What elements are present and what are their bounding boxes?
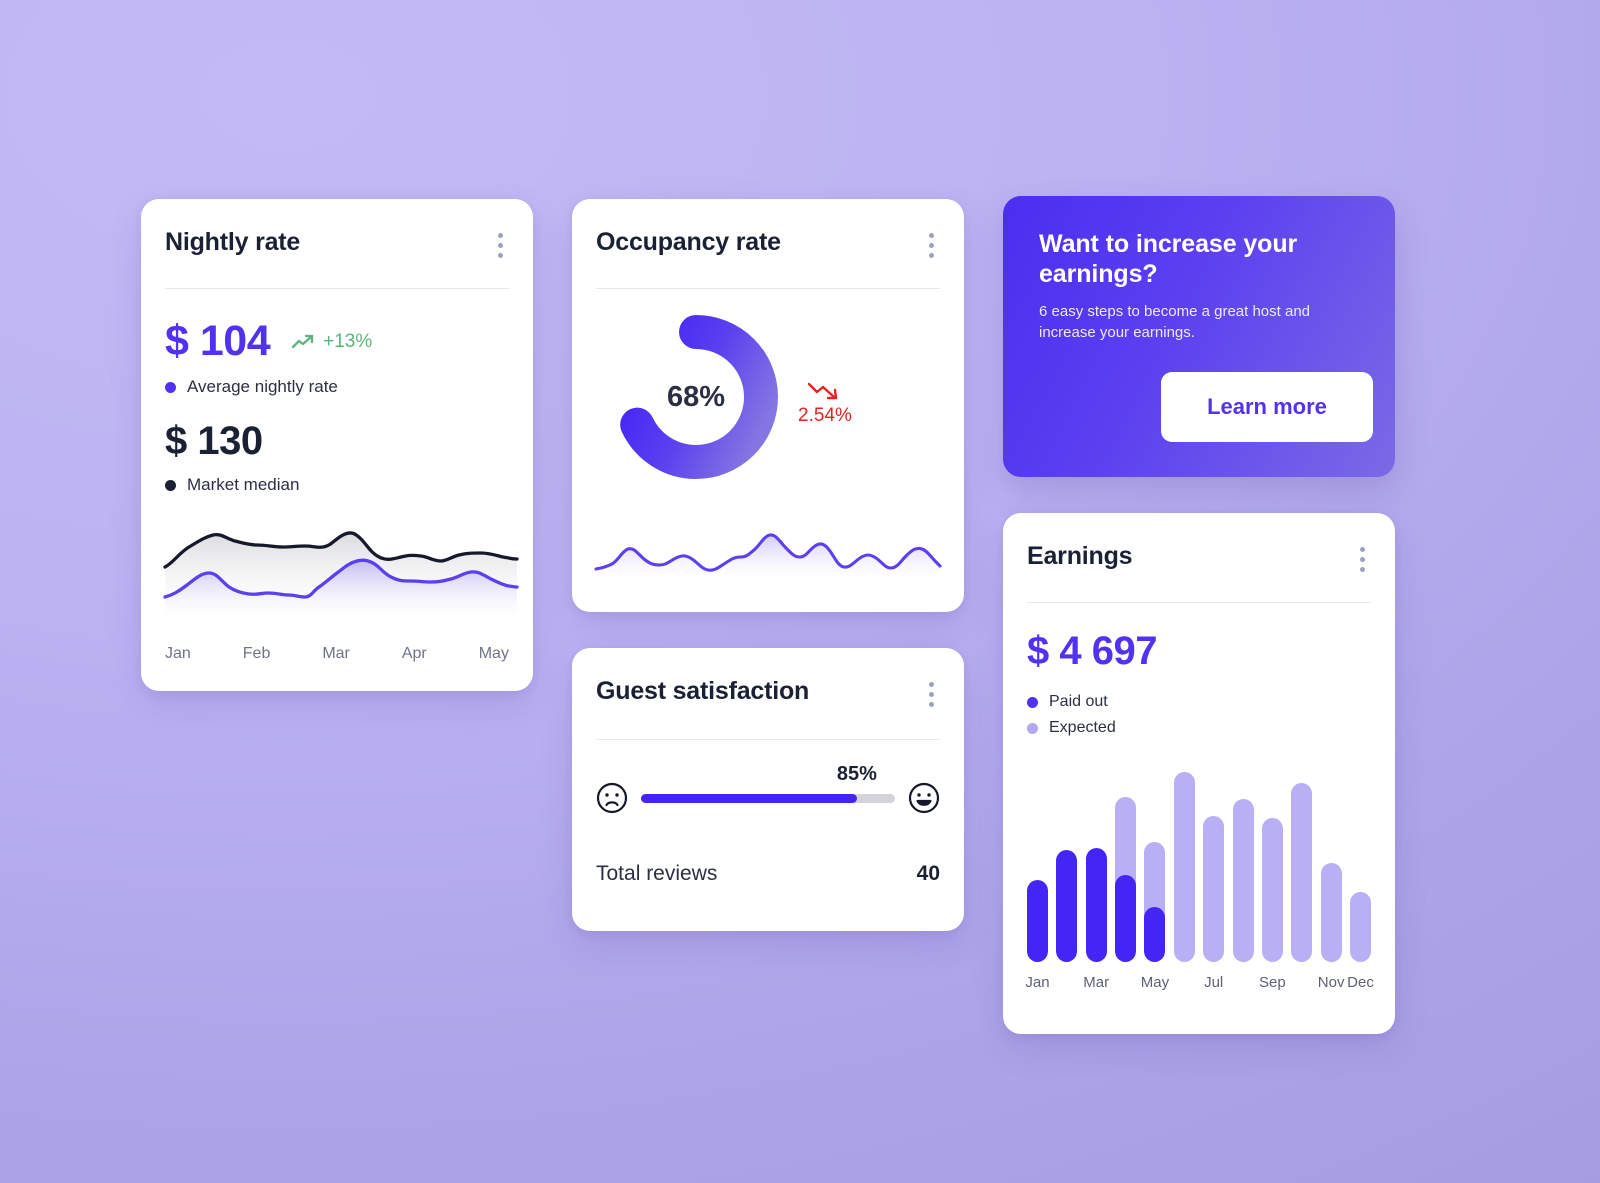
trend-down-icon — [807, 382, 838, 400]
market-median-metric: $ 130 Market median — [165, 419, 509, 495]
earnings-bar-chart — [1027, 772, 1371, 962]
guest-satisfaction-divider — [596, 739, 940, 740]
occupancy-trend: 2.54% — [798, 381, 852, 427]
x-tick-jul: Jul — [1204, 974, 1224, 991]
nightly-rate-x-axis: Jan Feb Mar Apr May — [165, 645, 509, 663]
legend-dot-paid-out — [1027, 696, 1038, 708]
occupancy-trend-value: 2.54% — [798, 405, 852, 426]
earnings-title: Earnings — [1027, 542, 1133, 570]
x-tick-nov: Nov — [1317, 974, 1345, 991]
market-median-value: $ 130 — [165, 419, 263, 463]
kebab-menu-icon[interactable] — [923, 678, 940, 711]
total-reviews-row: Total reviews 40 — [596, 862, 940, 886]
bar-sep[interactable] — [1261, 817, 1283, 962]
wave-fill — [596, 534, 940, 582]
x-tick-dec: Dec — [1347, 974, 1374, 991]
nightly-rate-title: Nightly rate — [165, 228, 301, 256]
x-tick-mar: Mar — [1083, 974, 1110, 991]
occupancy-wave-chart — [594, 533, 942, 582]
bar-aug[interactable] — [1232, 798, 1254, 962]
nightly-rate-card: Nightly rate $ 104 +13% Average nightly … — [141, 199, 533, 691]
nightly-rate-area-chart — [163, 531, 519, 619]
bar-feb[interactable] — [1056, 849, 1078, 962]
guest-satisfaction-title: Guest satisfaction — [596, 677, 810, 705]
x-tick-apr: Apr — [401, 645, 427, 662]
x-tick-sep: Sep — [1259, 974, 1286, 991]
x-tick-jan: Jan — [1025, 974, 1050, 991]
nightly-rate-trend: +13% — [292, 331, 372, 353]
satisfaction-track-fill — [641, 793, 857, 803]
bar-jan[interactable] — [1027, 880, 1048, 962]
average-nightly-rate-label: Average nightly rate — [187, 377, 338, 396]
happy-face-icon — [908, 782, 940, 814]
guest-satisfaction-card: Guest satisfaction 85% Total reviews 40 — [572, 648, 964, 931]
total-reviews-label: Total reviews — [596, 862, 718, 885]
x-tick-mar: Mar — [322, 645, 350, 662]
nightly-rate-header: Nightly rate — [165, 228, 509, 262]
occupancy-rate-divider — [596, 288, 940, 289]
legend-item-paid-out: Paid out — [1027, 693, 1371, 711]
bar-paid-feb — [1056, 849, 1078, 962]
bar-paid-may — [1144, 906, 1166, 962]
nightly-rate-trend-value: +13% — [323, 330, 373, 352]
promo-banner-card: Want to increase your earnings? 6 easy s… — [1003, 196, 1395, 477]
sad-face-icon — [596, 782, 628, 814]
occupancy-donut-chart: 68% — [606, 307, 786, 487]
market-median-label: Market median — [187, 475, 300, 494]
earnings-card: Earnings $ 4 697 Paid out Expected Jan Ma… — [1003, 513, 1395, 1034]
bar-apr[interactable] — [1115, 796, 1137, 962]
x-tick-feb: Feb — [242, 645, 271, 662]
earnings-legend: Paid out Expected — [1027, 693, 1371, 737]
promo-title: Want to increase your earnings? — [1039, 230, 1298, 288]
bar-paid-mar — [1085, 848, 1107, 962]
bar-jul[interactable] — [1203, 815, 1225, 962]
earnings-header: Earnings — [1027, 542, 1371, 576]
occupancy-donut-value: 68% — [666, 380, 726, 413]
average-nightly-rate-metric: $ 104 +13% — [165, 317, 509, 366]
bar-dec[interactable] — [1349, 891, 1371, 962]
legend-item-expected: Expected — [1027, 719, 1371, 737]
average-nightly-rate-value: $ 104 — [165, 317, 271, 365]
total-reviews-value: 40 — [916, 862, 940, 885]
bar-mar[interactable] — [1085, 848, 1107, 962]
kebab-menu-icon[interactable] — [492, 229, 509, 262]
dashboard-stage: Nightly rate $ 104 +13% Average nightly … — [0, 0, 1600, 1183]
occupancy-rate-body: 68% 2.54% — [596, 299, 940, 504]
legend-dot-average — [165, 381, 176, 393]
nightly-rate-divider — [165, 288, 509, 289]
occupancy-rate-header: Occupancy rate — [596, 228, 940, 262]
learn-more-button[interactable]: Learn more — [1161, 372, 1373, 442]
legend-dot-median — [165, 479, 176, 491]
bar-may[interactable] — [1144, 842, 1166, 962]
satisfaction-slider[interactable]: 85% — [596, 763, 940, 814]
trend-up-icon — [292, 334, 314, 348]
bar-nov[interactable] — [1320, 863, 1342, 962]
legend-dot-expected — [1027, 722, 1038, 734]
occupancy-rate-card: Occupancy rate 68% 2.54% — [572, 199, 964, 612]
occupancy-rate-title: Occupancy rate — [596, 228, 781, 256]
earnings-amount: $ 4 697 — [1027, 629, 1157, 673]
x-tick-may: May — [478, 645, 509, 662]
bar-oct[interactable] — [1291, 783, 1313, 962]
legend-label-paid-out: Paid out — [1049, 693, 1108, 710]
x-tick-may: May — [1140, 974, 1170, 991]
average-nightly-rate-legend: Average nightly rate — [165, 377, 509, 397]
market-median-legend: Market median — [165, 475, 509, 495]
earnings-divider — [1027, 602, 1371, 603]
bar-jun[interactable] — [1173, 772, 1195, 962]
kebab-menu-icon[interactable] — [923, 229, 940, 262]
earnings-x-axis: Jan Mar May Jul Sep Nov Dec — [1025, 974, 1374, 994]
satisfaction-track[interactable]: 85% — [641, 763, 895, 803]
x-tick-jan: Jan — [165, 645, 191, 662]
bar-paid-jan — [1027, 880, 1048, 962]
legend-label-expected: Expected — [1049, 719, 1116, 736]
guest-satisfaction-header: Guest satisfaction — [596, 677, 940, 711]
bar-paid-apr — [1115, 874, 1137, 962]
promo-subtitle: 6 easy steps to become a great host and … — [1039, 303, 1311, 341]
kebab-menu-icon[interactable] — [1354, 543, 1371, 576]
satisfaction-score-label: 85% — [836, 762, 877, 785]
